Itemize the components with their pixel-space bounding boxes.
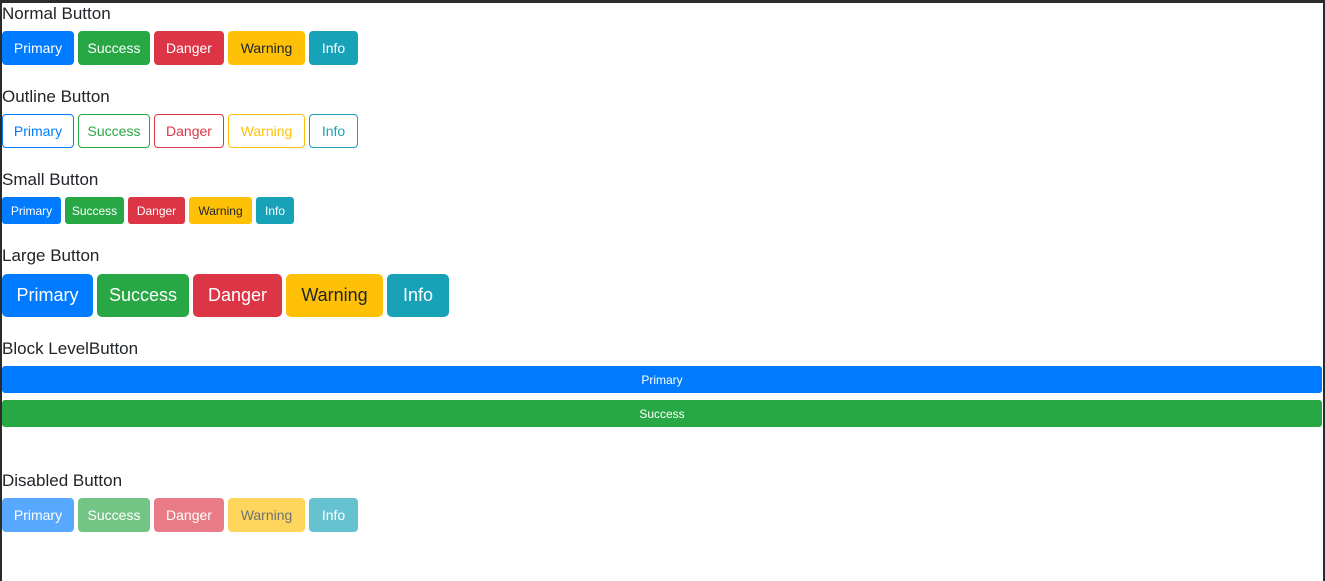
block-primary-button[interactable]: Primary <box>2 366 1322 393</box>
outline-button-row: Primary Success Danger Warning Info <box>2 114 362 148</box>
outline-warning-button[interactable]: Warning <box>228 114 305 148</box>
small-info-button[interactable]: Info <box>256 197 294 224</box>
small-warning-button[interactable]: Warning <box>189 197 252 224</box>
small-button-row: Primary Success Danger Warning Info <box>2 197 298 224</box>
disabled-danger-button: Danger <box>154 498 224 532</box>
disabled-primary-button: Primary <box>2 498 74 532</box>
block-success-button[interactable]: Success <box>2 400 1322 427</box>
large-warning-button[interactable]: Warning <box>286 274 383 317</box>
small-button-section: Small Button <box>2 170 98 190</box>
large-primary-button[interactable]: Primary <box>2 274 93 317</box>
normal-danger-button[interactable]: Danger <box>154 31 224 65</box>
small-button-heading: Small Button <box>2 170 99 189</box>
normal-button-heading: Normal Button <box>2 4 111 23</box>
large-success-button[interactable]: Success <box>97 274 189 317</box>
normal-info-button[interactable]: Info <box>309 31 358 65</box>
large-info-button[interactable]: Info <box>387 274 449 317</box>
normal-button-section: Normal Button <box>2 4 111 24</box>
large-danger-button[interactable]: Danger <box>193 274 282 317</box>
normal-success-button[interactable]: Success <box>78 31 150 65</box>
large-button-section: Large Button <box>2 246 99 266</box>
outline-danger-button[interactable]: Danger <box>154 114 224 148</box>
disabled-button-heading: Disabled Button <box>2 471 123 490</box>
disabled-button-row: Primary Success Danger Warning Info <box>2 498 362 532</box>
outline-primary-button[interactable]: Primary <box>2 114 74 148</box>
block-button-heading: Block LevelButton <box>2 339 139 358</box>
disabled-button-section: Disabled Button <box>2 471 122 491</box>
outline-button-section: Outline Button <box>2 87 110 107</box>
large-button-heading: Large Button <box>2 246 100 265</box>
small-danger-button[interactable]: Danger <box>128 197 185 224</box>
disabled-warning-button: Warning <box>228 498 305 532</box>
normal-warning-button[interactable]: Warning <box>228 31 305 65</box>
outline-button-heading: Outline Button <box>2 87 110 106</box>
block-button-section: Block LevelButton <box>2 339 138 359</box>
large-button-row: Primary Success Danger Warning Info <box>2 274 453 317</box>
disabled-info-button: Info <box>309 498 358 532</box>
disabled-success-button: Success <box>78 498 150 532</box>
small-primary-button[interactable]: Primary <box>2 197 61 224</box>
small-success-button[interactable]: Success <box>65 197 124 224</box>
outline-success-button[interactable]: Success <box>78 114 150 148</box>
normal-button-row: Primary Success Danger Warning Info <box>2 31 362 65</box>
outline-info-button[interactable]: Info <box>309 114 358 148</box>
normal-primary-button[interactable]: Primary <box>2 31 74 65</box>
